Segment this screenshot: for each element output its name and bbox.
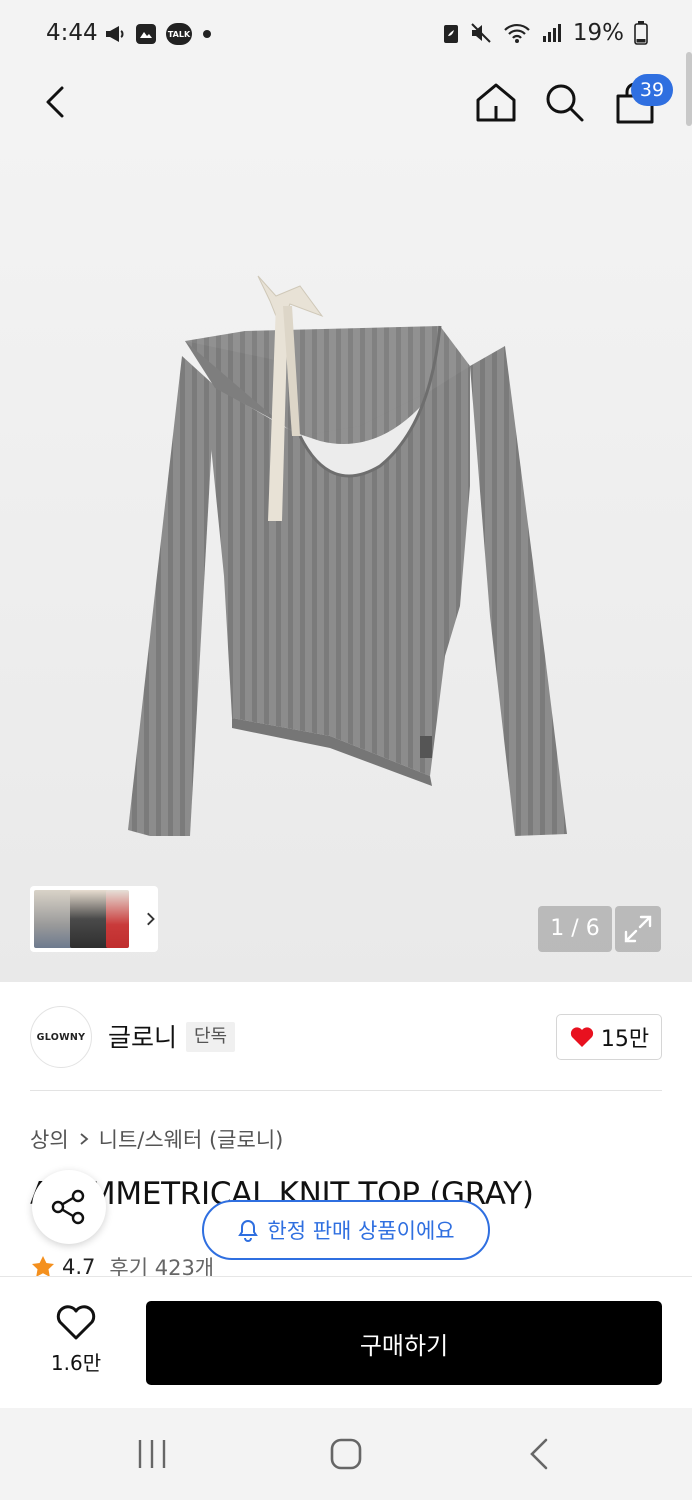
status-system-icons: 19% bbox=[443, 20, 648, 46]
limited-sale-pill[interactable]: 한정 판매 상품이에요 bbox=[202, 1200, 490, 1260]
home-icon[interactable] bbox=[474, 80, 518, 124]
recent-apps-icon[interactable] bbox=[134, 1436, 170, 1472]
bottom-action-bar: 1.6만 구매하기 bbox=[0, 1276, 692, 1406]
chevron-right-icon[interactable] bbox=[143, 911, 158, 927]
heart-filled-icon bbox=[570, 1027, 593, 1047]
divider bbox=[30, 1090, 662, 1091]
brand-logo[interactable]: GLOWNY bbox=[30, 1006, 92, 1068]
product-image[interactable] bbox=[0, 136, 692, 982]
thumbnail-3[interactable] bbox=[105, 890, 129, 948]
system-back-icon[interactable] bbox=[524, 1436, 554, 1472]
brand-like-count: 15만 bbox=[600, 1027, 650, 1052]
brand-name[interactable]: 글로니 bbox=[108, 1018, 177, 1054]
buy-button[interactable]: 구매하기 bbox=[146, 1301, 662, 1385]
breadcrumb-subcategory[interactable]: 니트/스웨터 (글로니) bbox=[99, 1124, 284, 1154]
chevron-right-icon bbox=[80, 1133, 89, 1145]
image-counter: 1 / 6 bbox=[538, 906, 612, 952]
battery-icon bbox=[634, 21, 648, 45]
breadcrumb-category[interactable]: 상의 bbox=[30, 1124, 69, 1154]
share-icon bbox=[51, 1189, 85, 1225]
breadcrumb: 상의 니트/스웨터 (글로니) bbox=[30, 1124, 283, 1154]
battery-saver-icon bbox=[443, 25, 458, 43]
status-time: 4:44 bbox=[46, 20, 98, 46]
limited-sale-label: 한정 판매 상품이에요 bbox=[267, 1219, 455, 1243]
mute-icon bbox=[471, 23, 491, 43]
wifi-icon bbox=[504, 23, 530, 43]
image-thumbnail-strip[interactable] bbox=[30, 886, 158, 952]
knit-top-image bbox=[128, 275, 567, 836]
battery-percent: 19% bbox=[572, 20, 624, 46]
expand-icon[interactable] bbox=[615, 906, 661, 952]
bell-icon bbox=[238, 1219, 259, 1242]
share-button[interactable] bbox=[32, 1170, 106, 1244]
signal-icon bbox=[542, 24, 561, 42]
megaphone-icon bbox=[106, 26, 124, 42]
gallery-icon bbox=[136, 24, 156, 44]
heart-outline-icon bbox=[56, 1305, 96, 1340]
back-icon[interactable] bbox=[34, 80, 78, 124]
search-icon[interactable] bbox=[542, 80, 586, 124]
brand-row: GLOWNY 글로니 단독 15만 bbox=[0, 982, 692, 1092]
wishlist-button[interactable]: 1.6만 bbox=[36, 1303, 116, 1383]
status-bar: 4:44 TALK 19% bbox=[0, 0, 692, 70]
cart-count-badge: 39 bbox=[631, 74, 673, 106]
exclusive-tag: 단독 bbox=[186, 1022, 236, 1052]
scrollbar[interactable] bbox=[686, 52, 692, 126]
talk-icon: TALK bbox=[166, 23, 192, 45]
dot-icon bbox=[203, 30, 211, 38]
brand-like-button[interactable]: 15만 bbox=[556, 1014, 662, 1060]
status-notification-icons: TALK bbox=[104, 22, 214, 46]
home-button-icon[interactable] bbox=[326, 1434, 366, 1474]
top-navigation bbox=[0, 70, 692, 136]
system-navigation-bar bbox=[0, 1408, 692, 1500]
wishlist-count: 1.6만 bbox=[50, 1351, 102, 1375]
